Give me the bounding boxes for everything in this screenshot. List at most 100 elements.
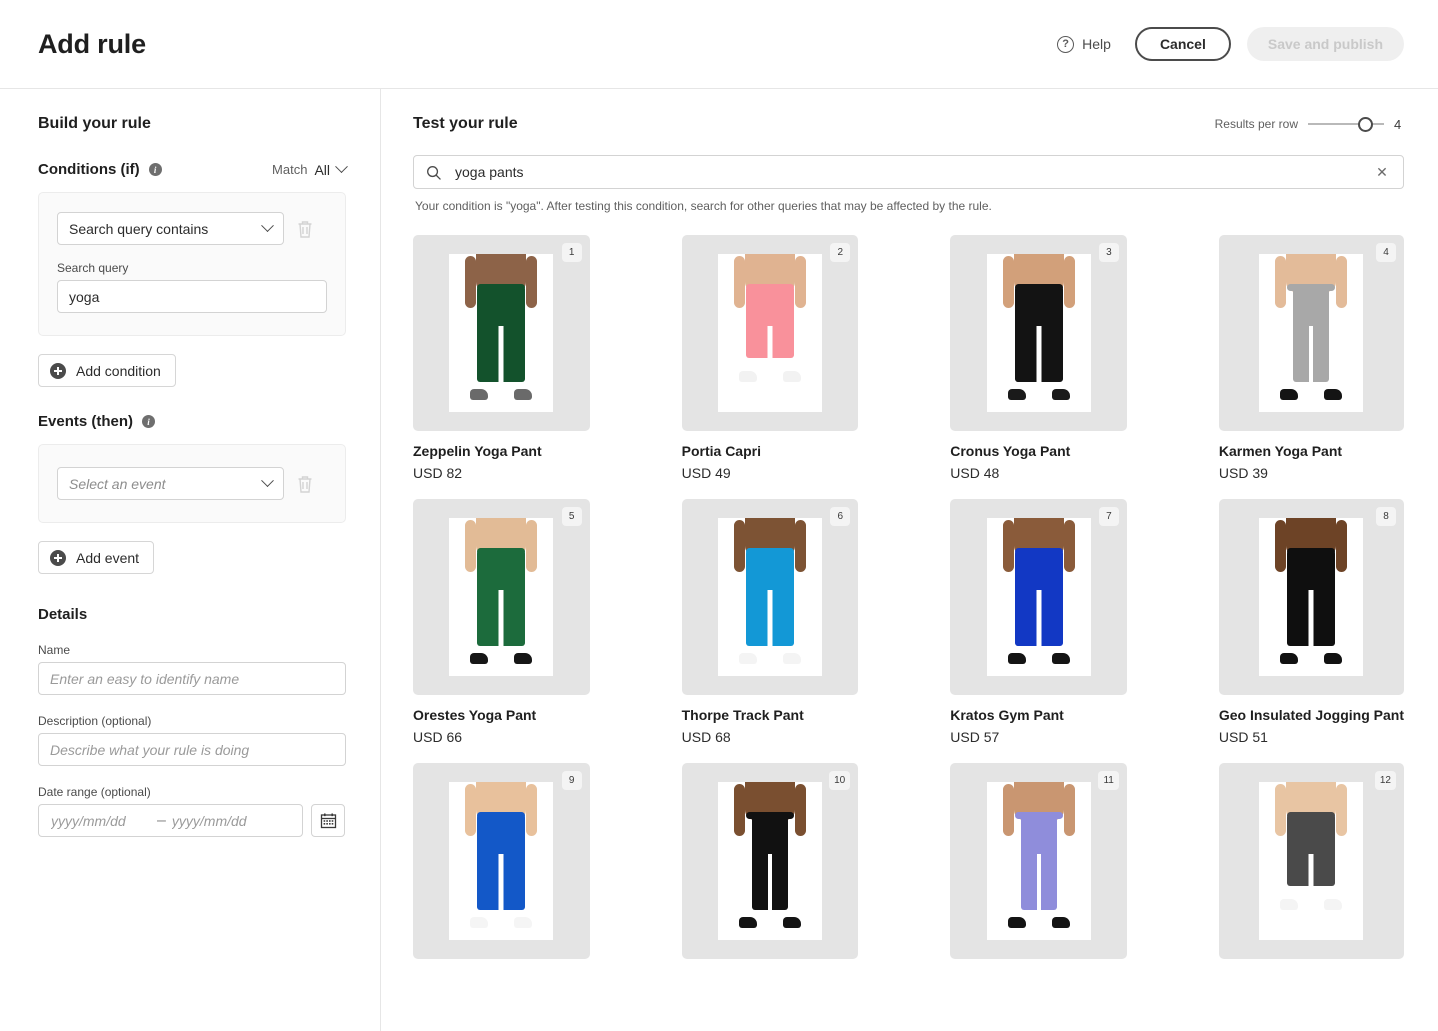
product-image: [449, 782, 554, 940]
product-price: USD 49: [681, 465, 731, 481]
product-image: [1259, 782, 1364, 940]
page-title: Add rule: [38, 28, 146, 59]
product-card[interactable]: 1 Zeppelin Yoga Pant USD 82: [413, 235, 590, 481]
product-thumbnail[interactable]: 12: [1218, 763, 1404, 959]
product-thumbnail[interactable]: 11: [950, 763, 1127, 959]
description-input[interactable]: [38, 733, 346, 766]
product-card[interactable]: 5 Orestes Yoga Pant USD 66: [413, 499, 590, 745]
plus-circle-icon: [50, 549, 66, 566]
product-price: USD 39: [1218, 465, 1268, 481]
details-heading: Details: [38, 606, 88, 623]
product-rank-badge: 8: [1376, 507, 1396, 526]
product-rank-badge: 9: [561, 771, 582, 790]
product-rank-badge: 11: [1098, 771, 1119, 790]
date-start-input[interactable]: [49, 811, 153, 830]
event-card: Select an event: [38, 444, 346, 523]
test-search-bar[interactable]: ✕: [413, 155, 1404, 189]
product-thumbnail[interactable]: 7: [950, 499, 1127, 695]
main-layout: Build your rule Conditions (if) i Match …: [0, 89, 1438, 1031]
daterange-inputs: –: [38, 804, 303, 837]
name-input[interactable]: [38, 662, 346, 695]
date-end-input[interactable]: [169, 811, 274, 830]
product-thumbnail[interactable]: 6: [681, 499, 859, 695]
product-card[interactable]: 2 Portia Capri USD 49: [681, 235, 859, 481]
product-rank-badge: 4: [1376, 243, 1396, 262]
save-and-publish-button[interactable]: Save and publish: [1246, 27, 1404, 61]
product-price: USD 82: [413, 465, 463, 481]
product-image: [1259, 518, 1364, 676]
product-thumbnail[interactable]: 4: [1218, 235, 1404, 431]
add-condition-button[interactable]: Add condition: [38, 354, 176, 387]
product-thumbnail[interactable]: 10: [681, 763, 859, 959]
slider-handle[interactable]: [1358, 116, 1373, 132]
product-card[interactable]: 11: [950, 763, 1127, 959]
condition-type-select[interactable]: Search query contains: [57, 212, 284, 245]
plus-circle-icon: [50, 362, 66, 379]
event-select[interactable]: Select an event: [57, 467, 284, 500]
match-value: All: [314, 161, 330, 178]
test-rule-panel: Test your rule Results per row 4 ✕ Your …: [381, 89, 1438, 1031]
results-per-row-label: Results per row: [1214, 117, 1298, 131]
name-label: Name: [38, 643, 71, 657]
product-card[interactable]: 9: [413, 763, 590, 959]
match-label: Match: [272, 162, 308, 177]
product-price: USD 68: [681, 729, 731, 745]
product-rank-badge: 6: [830, 507, 851, 526]
chevron-down-icon: [261, 474, 274, 488]
product-price: USD 66: [413, 729, 463, 745]
product-thumbnail[interactable]: 1: [413, 235, 590, 431]
product-card[interactable]: 10: [681, 763, 859, 959]
question-circle-icon: ?: [1057, 35, 1075, 53]
match-dropdown[interactable]: Match All: [272, 160, 348, 178]
product-card[interactable]: 6 Thorpe Track Pant USD 68: [681, 499, 859, 745]
add-event-button[interactable]: Add event: [38, 541, 155, 574]
product-image: [449, 254, 554, 412]
product-name: Geo Insulated Jogging Pant: [1218, 707, 1404, 723]
product-image: [986, 782, 1091, 940]
product-thumbnail[interactable]: 3: [950, 235, 1127, 431]
product-name: Orestes Yoga Pant: [413, 707, 537, 723]
close-icon[interactable]: ✕: [1373, 163, 1391, 181]
conditions-header: Conditions (if) i Match All: [38, 160, 348, 178]
product-price: USD 48: [950, 465, 1000, 481]
product-rank-badge: 10: [829, 771, 851, 790]
product-image: [449, 518, 554, 676]
product-price: USD 51: [1218, 729, 1268, 745]
name-field-block: Name: [38, 643, 346, 695]
results-per-row-slider[interactable]: [1308, 115, 1384, 133]
search-query-label: Search query: [57, 261, 129, 275]
cancel-button[interactable]: Cancel: [1134, 27, 1231, 61]
events-heading: Events (then): [38, 413, 134, 430]
info-icon[interactable]: i: [142, 415, 156, 428]
description-field-block: Description (optional): [38, 714, 346, 766]
calendar-icon: [320, 813, 336, 829]
product-card[interactable]: 12: [1218, 763, 1404, 959]
product-thumbnail[interactable]: 5: [413, 499, 590, 695]
header-actions: ? Help Cancel Save and publish: [1049, 27, 1404, 61]
product-image: [986, 254, 1091, 412]
info-icon[interactable]: i: [148, 163, 162, 176]
product-price: USD 57: [950, 729, 1000, 745]
search-query-input[interactable]: [57, 280, 327, 313]
product-rank-badge: 1: [561, 243, 582, 262]
product-name: Kratos Gym Pant: [950, 707, 1064, 723]
product-thumbnail[interactable]: 2: [681, 235, 859, 431]
search-icon: [427, 165, 441, 180]
product-card[interactable]: 7 Kratos Gym Pant USD 57: [950, 499, 1127, 745]
delete-condition-button[interactable]: [296, 219, 314, 239]
test-search-input[interactable]: [453, 163, 1373, 181]
product-image: [717, 782, 822, 940]
product-card[interactable]: 4 Karmen Yoga Pant USD 39: [1218, 235, 1404, 481]
product-card[interactable]: 3 Cronus Yoga Pant USD 48: [950, 235, 1127, 481]
event-select-placeholder: Select an event: [69, 475, 166, 492]
product-thumbnail[interactable]: 8: [1218, 499, 1404, 695]
help-button[interactable]: ? Help: [1049, 30, 1119, 59]
event-select-row: Select an event: [57, 467, 327, 500]
chevron-down-icon: [261, 219, 274, 233]
product-thumbnail[interactable]: 9: [413, 763, 590, 959]
test-rule-title: Test your rule: [413, 115, 518, 132]
delete-event-button[interactable]: [296, 474, 314, 494]
product-card[interactable]: 8 Geo Insulated Jogging Pant USD 51: [1218, 499, 1404, 745]
product-image: [717, 518, 822, 676]
calendar-button[interactable]: [311, 804, 345, 837]
